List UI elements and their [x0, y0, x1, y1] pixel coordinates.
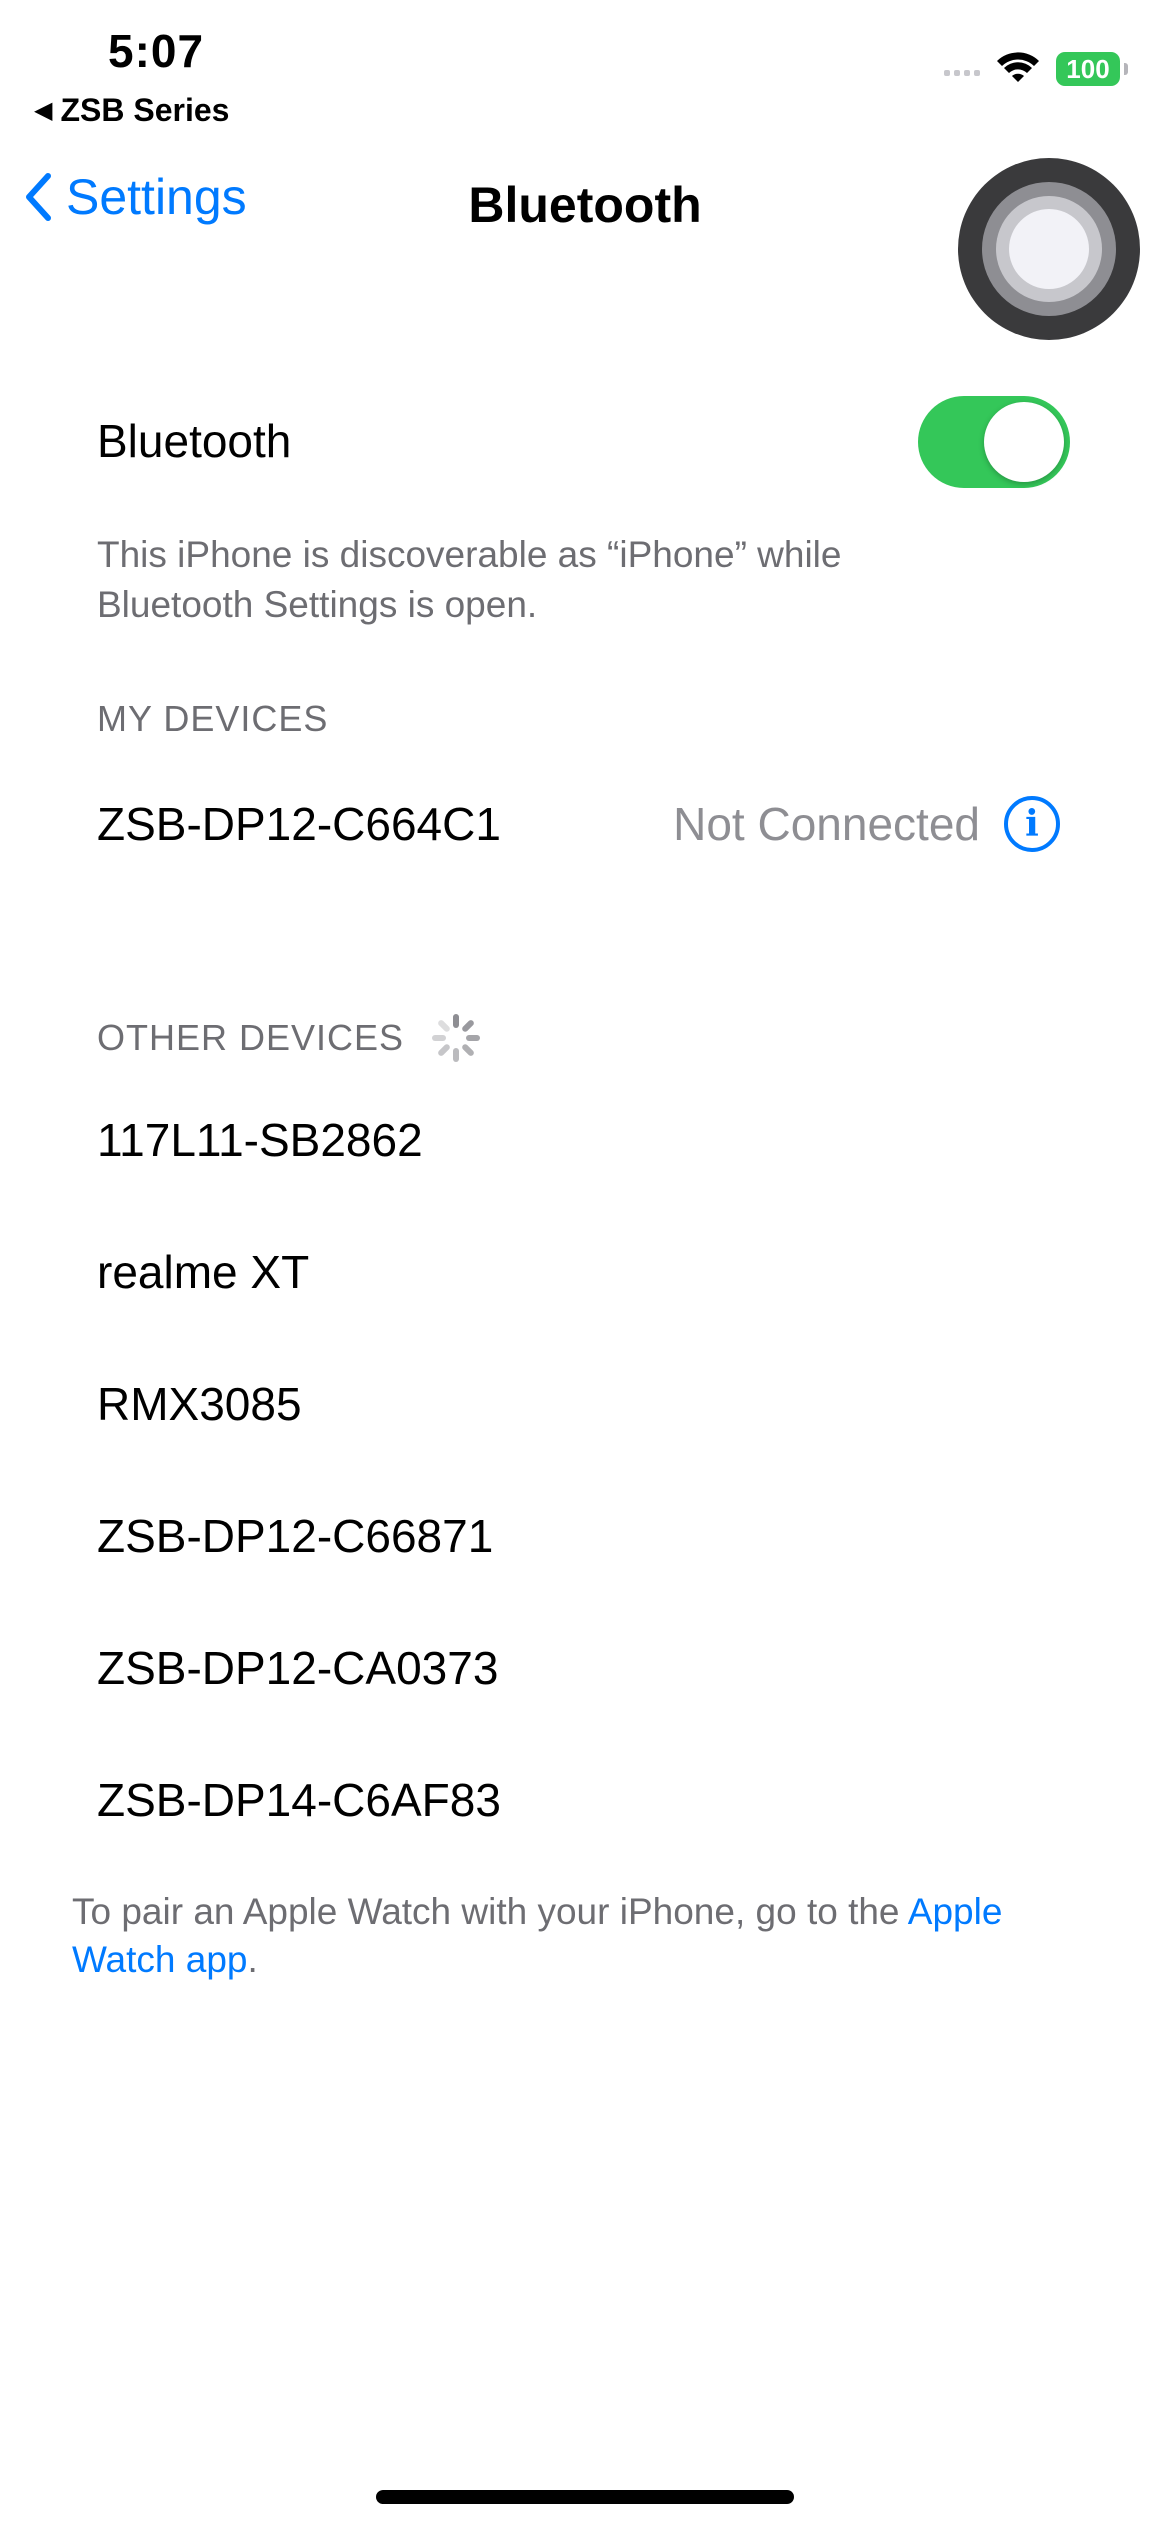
- other-device-row[interactable]: ZSB-DP14-C6AF83: [0, 1734, 1170, 1866]
- device-name: realme XT: [97, 1246, 310, 1298]
- device-name: RMX3085: [97, 1378, 302, 1430]
- other-device-row[interactable]: realme XT: [0, 1206, 1170, 1338]
- my-devices-header: MY DEVICES: [97, 698, 329, 739]
- other-device-row[interactable]: ZSB-DP12-C66871: [0, 1470, 1170, 1602]
- back-app-label: ZSB Series: [60, 92, 230, 128]
- device-name: ZSB-DP12-CA0373: [97, 1642, 499, 1694]
- device-name: ZSB-DP12-C664C1: [97, 798, 501, 850]
- apple-watch-note-text: To pair an Apple Watch with your iPhone,…: [72, 1891, 908, 1932]
- apple-watch-note: To pair an Apple Watch with your iPhone,…: [72, 1888, 1052, 1984]
- toggle-knob: [984, 402, 1064, 482]
- status-indicators: 100: [944, 52, 1128, 86]
- cellular-signal-icon: [944, 62, 980, 76]
- other-devices-header: OTHER DEVICES: [97, 1017, 405, 1058]
- assistive-touch-icon[interactable]: [958, 158, 1140, 340]
- status-time: 5:07: [108, 25, 205, 77]
- bluetooth-toggle-label: Bluetooth: [97, 415, 292, 467]
- home-indicator[interactable]: [376, 2490, 794, 2504]
- my-device-row[interactable]: ZSB-DP12-C664C1 Not Connected i: [0, 758, 1170, 890]
- back-triangle-icon: ◀: [34, 97, 53, 124]
- info-circle-icon[interactable]: i: [1004, 796, 1060, 852]
- wifi-icon: [997, 52, 1039, 82]
- discoverable-note: This iPhone is discoverable as “iPhone” …: [97, 534, 842, 625]
- other-device-row[interactable]: ZSB-DP12-CA0373: [0, 1602, 1170, 1734]
- back-to-app-link[interactable]: ◀ ZSB Series: [34, 92, 229, 129]
- bluetooth-toggle[interactable]: [918, 396, 1070, 488]
- device-status: Not Connected: [673, 798, 980, 850]
- device-name: ZSB-DP12-C66871: [97, 1510, 494, 1562]
- device-name: 117L11-SB2862: [97, 1114, 423, 1166]
- other-device-row[interactable]: RMX3085: [0, 1338, 1170, 1470]
- battery-icon: 100: [1056, 52, 1128, 86]
- other-device-row[interactable]: 117L11-SB2862: [0, 1074, 1170, 1206]
- device-name: ZSB-DP14-C6AF83: [97, 1774, 501, 1826]
- apple-watch-note-suffix: .: [247, 1939, 258, 1980]
- spinner-icon: [432, 1014, 481, 1062]
- battery-level: 100: [1066, 53, 1110, 84]
- other-devices-header-row: OTHER DEVICES: [97, 1014, 481, 1062]
- bluetooth-settings-screen: 5:07 ◀ ZSB Series 100 Settings Bluetooth…: [0, 0, 1170, 2532]
